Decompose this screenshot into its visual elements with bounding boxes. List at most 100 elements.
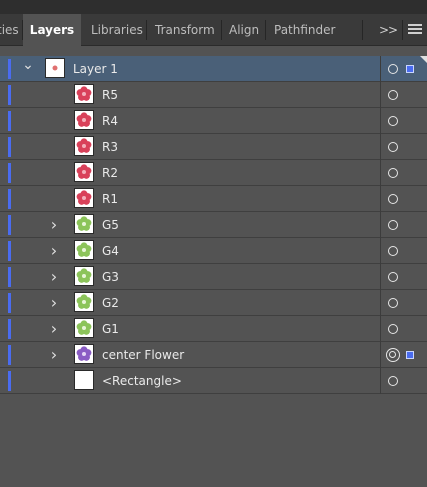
layer-name[interactable]: G5 — [102, 212, 119, 238]
selection-indicator-icon[interactable] — [406, 351, 414, 359]
target-column-divider — [380, 160, 381, 186]
layer-color-bar — [8, 371, 11, 391]
layer-color-bar — [8, 241, 11, 261]
green-flower-thumbnail-icon — [74, 266, 94, 286]
green-flower-thumbnail-icon — [74, 318, 94, 338]
target-circle-icon[interactable] — [388, 298, 398, 308]
sublayer-row[interactable]: R3 — [0, 134, 427, 160]
target-circle-icon[interactable] — [388, 64, 398, 74]
target-circle-icon[interactable] — [388, 116, 398, 126]
tab-libraries[interactable]: Libraries — [91, 14, 143, 46]
layer-color-bar — [8, 345, 11, 365]
layer-color-bar — [8, 59, 11, 79]
layer-color-bar — [8, 85, 11, 105]
layer-name[interactable]: R3 — [102, 134, 118, 160]
sublayer-row[interactable]: › G1 — [0, 316, 427, 342]
sublayer-row[interactable]: › G5 — [0, 212, 427, 238]
target-circle-icon[interactable] — [386, 348, 400, 362]
target-circle-icon[interactable] — [388, 246, 398, 256]
target-circle-icon[interactable] — [388, 194, 398, 204]
green-flower-thumbnail-icon — [74, 292, 94, 312]
sublayer-row[interactable]: R2 — [0, 160, 427, 186]
target-column-divider — [380, 108, 381, 134]
target-circle-icon[interactable] — [388, 324, 398, 334]
tab-pathfinder[interactable]: Pathfinder — [274, 14, 335, 46]
layer-color-bar — [8, 319, 11, 339]
tab-transform[interactable]: Transform — [155, 14, 215, 46]
layer-name[interactable]: G1 — [102, 316, 119, 342]
chevron-right-icon[interactable]: › — [47, 264, 61, 290]
chevron-down-icon[interactable]: ⌄ — [21, 56, 35, 82]
target-column-divider — [380, 56, 381, 82]
layer-color-bar — [8, 267, 11, 287]
tab-layers[interactable]: Layers — [23, 14, 81, 47]
target-circle-icon[interactable] — [388, 90, 398, 100]
red-flower-thumbnail-icon — [74, 136, 94, 156]
tab-align[interactable]: Align — [229, 14, 259, 46]
red-flower-thumbnail-icon — [74, 188, 94, 208]
layer-name[interactable]: G3 — [102, 264, 119, 290]
target-column-divider — [380, 316, 381, 342]
tab-separator — [265, 20, 266, 40]
layer-color-bar — [8, 163, 11, 183]
green-flower-thumbnail-icon — [74, 240, 94, 260]
layer-thumb-thumbnail-icon — [45, 58, 65, 78]
chevron-right-icon[interactable]: › — [47, 290, 61, 316]
target-column-divider — [380, 186, 381, 212]
chevron-right-icon[interactable]: › — [47, 238, 61, 264]
target-column-divider — [380, 290, 381, 316]
layer-name[interactable]: G4 — [102, 238, 119, 264]
chevron-right-icon[interactable]: › — [47, 212, 61, 238]
layer-name[interactable]: R2 — [102, 160, 118, 186]
tab-separator — [362, 20, 363, 40]
selection-indicator-icon[interactable] — [406, 65, 414, 73]
sublayer-row[interactable]: R5 — [0, 82, 427, 108]
white-rect-thumbnail-icon — [74, 370, 94, 390]
tab-overflow-button[interactable]: >> — [374, 14, 402, 46]
layers-list: ⌄ Layer 1 R5 R4 R3 R2 R1 › G5 › G4 › G3 › G2 › G1 › center… — [0, 56, 427, 394]
layer-name[interactable]: Layer 1 — [73, 56, 118, 82]
target-circle-icon[interactable] — [388, 376, 398, 386]
chevron-right-icon[interactable]: › — [47, 316, 61, 342]
layer-color-bar — [8, 215, 11, 235]
tab-properties[interactable]: ties — [0, 14, 21, 46]
panel-menu-icon[interactable] — [408, 22, 422, 38]
target-circle-icon[interactable] — [388, 168, 398, 178]
panel-tab-bar: ties Layers Libraries Transform Align Pa… — [0, 14, 427, 47]
sublayer-row[interactable]: › G4 — [0, 238, 427, 264]
layer-name[interactable]: center Flower — [102, 342, 184, 368]
tab-separator — [221, 20, 222, 40]
red-flower-thumbnail-icon — [74, 162, 94, 182]
sublayer-row[interactable]: › center Flower — [0, 342, 427, 368]
target-circle-icon[interactable] — [388, 272, 398, 282]
chevron-right-icon[interactable]: › — [47, 342, 61, 368]
tab-separator — [146, 20, 147, 40]
layer-name[interactable]: R4 — [102, 108, 118, 134]
layer-name[interactable]: R1 — [102, 186, 118, 212]
red-flower-thumbnail-icon — [74, 84, 94, 104]
target-column-divider — [380, 212, 381, 238]
target-circle-icon[interactable] — [388, 220, 398, 230]
layer-color-bar — [8, 111, 11, 131]
panel-top-strip — [0, 0, 427, 14]
layer-row[interactable]: ⌄ Layer 1 — [0, 56, 427, 82]
red-flower-thumbnail-icon — [74, 110, 94, 130]
target-circle-icon[interactable] — [388, 142, 398, 152]
target-column-divider — [380, 238, 381, 264]
target-column-divider — [380, 82, 381, 108]
tab-separator — [402, 20, 403, 40]
target-column-divider — [380, 134, 381, 160]
layer-name[interactable]: <Rectangle> — [102, 368, 182, 394]
purple-flower-thumbnail-icon — [74, 344, 94, 364]
layer-color-bar — [8, 293, 11, 313]
sublayer-row[interactable]: R4 — [0, 108, 427, 134]
sublayer-row[interactable]: › G2 — [0, 290, 427, 316]
sublayer-row[interactable]: R1 — [0, 186, 427, 212]
target-column-divider — [380, 368, 381, 394]
layer-color-bar — [8, 137, 11, 157]
layer-name[interactable]: G2 — [102, 290, 119, 316]
sublayer-row[interactable]: <Rectangle> — [0, 368, 427, 394]
sublayer-row[interactable]: › G3 — [0, 264, 427, 290]
target-column-divider — [380, 264, 381, 290]
layer-name[interactable]: R5 — [102, 82, 118, 108]
